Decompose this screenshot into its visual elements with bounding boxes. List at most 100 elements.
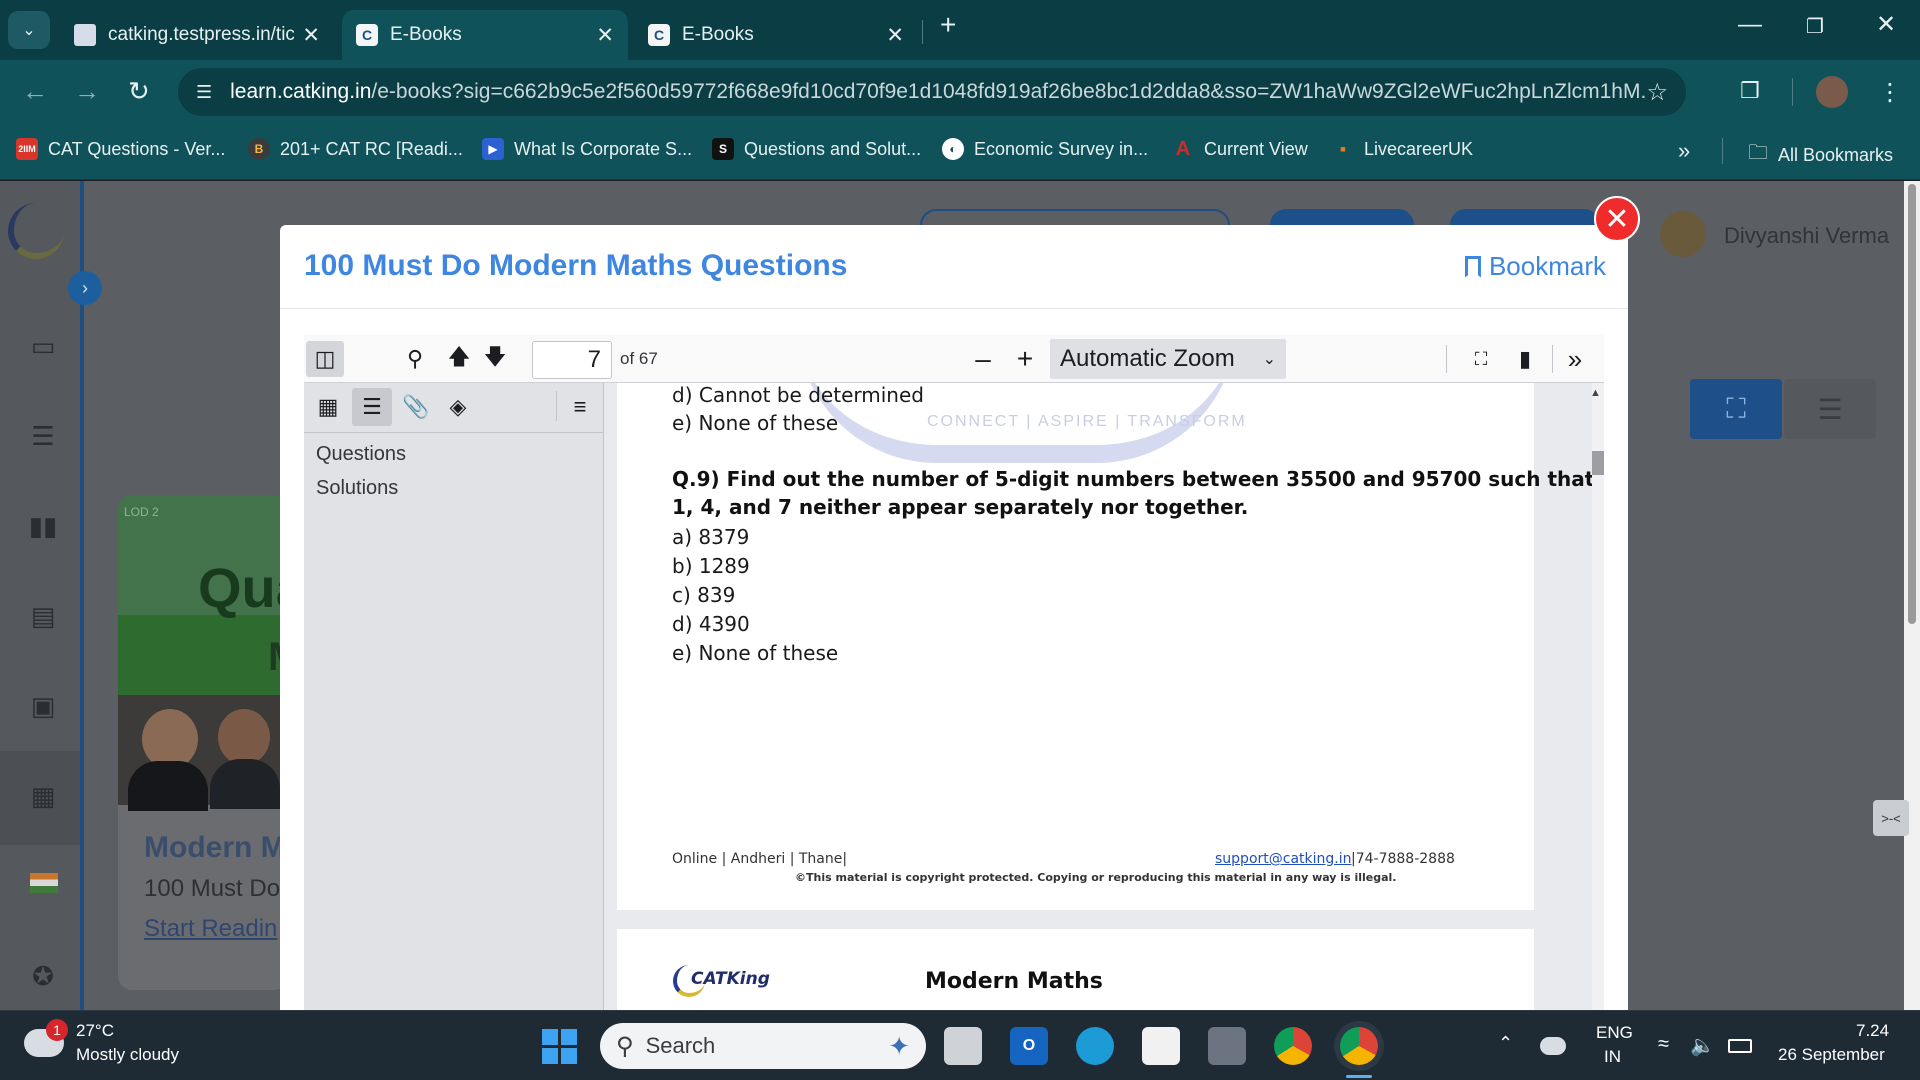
current-outline-item-icon[interactable]: ≡ <box>560 388 600 426</box>
page-icon <box>74 24 96 46</box>
zoom-out-icon[interactable]: – <box>964 341 1002 377</box>
minimize-icon[interactable]: — <box>1738 12 1762 38</box>
bookmark-item[interactable]: S Questions and Solut... <box>712 138 921 160</box>
chrome-icon[interactable] <box>1274 1027 1312 1065</box>
site-settings-icon[interactable]: ☰ <box>196 82 212 103</box>
page-scrollbar-thumb[interactable] <box>1908 184 1916 624</box>
course-card[interactable]: LOD 2 Qua M Modern M 100 Must Do Start R… <box>118 495 288 990</box>
url-text[interactable]: learn.catking.in/e-books?sig=c662b9c5e2f… <box>230 80 1646 104</box>
layers-icon[interactable]: ◈ <box>438 388 478 426</box>
list-icon[interactable]: ☰ <box>26 419 60 453</box>
tab-search-button[interactable]: ⌄ <box>8 11 50 49</box>
forward-icon[interactable]: → <box>74 76 100 106</box>
pdf-canvas-area[interactable]: CONNECT | ASPIRE | TRANSFORM d) Cannot b… <box>605 383 1604 1010</box>
new-tab-button[interactable]: + <box>940 11 956 39</box>
attachments-icon[interactable]: 📎 <box>396 388 436 426</box>
page-number-input[interactable]: 7 <box>532 341 612 379</box>
badge-icon[interactable]: ✪ <box>26 959 60 993</box>
pdf-scrollbar-thumb[interactable] <box>1592 451 1604 475</box>
close-icon[interactable]: ✕ <box>302 23 320 48</box>
taskbar-search[interactable]: ⚲ Search ✦ <box>600 1023 926 1069</box>
bookmark-label: 201+ CAT RC [Readi... <box>280 138 463 159</box>
wifi-icon[interactable]: ≈ <box>1658 1033 1669 1056</box>
bookmark-item[interactable]: ◐ Economic Survey in... <box>942 138 1148 160</box>
expand-sidebar-icon[interactable]: › <box>68 271 102 305</box>
previous-page-icon[interactable]: 🡅 <box>440 341 478 377</box>
start-reading-link[interactable]: Start Readin <box>144 915 277 943</box>
more-menu-icon[interactable]: ⋮ <box>1878 78 1902 107</box>
outlook-icon[interactable]: O <box>1010 1027 1048 1065</box>
address-bar[interactable]: ☰ learn.catking.in/e-books?sig=c662b9c5e… <box>178 68 1686 116</box>
edge-icon[interactable] <box>1076 1027 1114 1065</box>
books-icon[interactable]: ▭ <box>26 329 60 363</box>
option-e: e) None of these <box>672 641 839 665</box>
clock-time[interactable]: 7.24 <box>1856 1021 1889 1041</box>
weather-description[interactable]: Mostly cloudy <box>76 1045 179 1065</box>
sidebar-toggle-icon[interactable]: ◫ <box>306 341 344 377</box>
battery-icon[interactable] <box>1728 1039 1752 1053</box>
pdf-scrollbar[interactable] <box>1592 383 1604 1010</box>
star-icon[interactable]: ☆ <box>1646 78 1668 107</box>
tab-ebooks-active[interactable]: C E-Books ✕ <box>342 10 628 60</box>
list-view-icon[interactable]: ☰ <box>1784 379 1876 439</box>
footer-email-link[interactable]: support@catking.in <box>1215 851 1352 867</box>
start-icon[interactable] <box>540 1027 578 1065</box>
outline-item-solutions[interactable]: Solutions <box>316 477 398 500</box>
outline-item-questions[interactable]: Questions <box>316 443 406 466</box>
calculator-icon[interactable] <box>1208 1027 1246 1065</box>
weather-temperature[interactable]: 27°C <box>76 1021 114 1041</box>
store-icon[interactable] <box>1142 1027 1180 1065</box>
report-icon[interactable]: ▤ <box>26 599 60 633</box>
back-icon[interactable]: ← <box>22 76 48 106</box>
close-modal-button[interactable]: ✕ <box>1594 196 1640 242</box>
presentation-mode-icon[interactable]: ⛶ <box>1462 341 1500 377</box>
side-panel-toggle-icon[interactable]: >-< <box>1873 800 1909 836</box>
language-bottom[interactable]: IN <box>1604 1047 1621 1067</box>
ebook-icon[interactable]: ▦ <box>26 779 60 813</box>
onedrive-icon[interactable] <box>1540 1037 1566 1055</box>
thumbnails-icon[interactable]: ▦ <box>308 388 348 426</box>
extensions-icon[interactable]: ❒ <box>1740 78 1760 104</box>
bookmark-item[interactable]: A Current View <box>1172 138 1308 160</box>
chrome-profile-icon[interactable] <box>1340 1027 1378 1065</box>
bookmark-item[interactable]: B 201+ CAT RC [Readi... <box>248 138 463 160</box>
tools-menu-icon[interactable]: » <box>1556 341 1594 377</box>
bookmark-item[interactable]: ▪ LivecareerUK <box>1332 138 1473 160</box>
chevron-up-icon[interactable]: ⌃ <box>1498 1033 1513 1054</box>
course-subtitle: 100 Must Do <box>144 875 281 902</box>
bookmark-label: LivecareerUK <box>1364 138 1474 159</box>
tab-ebooks[interactable]: C E-Books ✕ <box>634 10 918 60</box>
profile-avatar[interactable] <box>1816 76 1848 108</box>
bookmark-button[interactable]: Bookmark <box>1464 251 1606 282</box>
clock-date[interactable]: 26 September <box>1778 1045 1885 1065</box>
india-flag-icon[interactable] <box>30 873 58 893</box>
bookmark-item[interactable]: ▶ What Is Corporate S... <box>482 138 692 160</box>
course-banner-band <box>118 615 288 695</box>
all-bookmarks-button[interactable]: 🗀 All Bookmarks <box>1748 138 1893 172</box>
language-top[interactable]: ENG <box>1596 1023 1633 1043</box>
windows-taskbar: 1 27°C Mostly cloudy ⚲ Search ✦ O ⌃ ENG … <box>0 1010 1920 1080</box>
columns-icon[interactable]: ▮▮ <box>26 509 60 543</box>
volume-icon[interactable]: 🔈 <box>1690 1033 1715 1058</box>
zoom-in-icon[interactable]: + <box>1006 341 1044 377</box>
next-page-icon[interactable]: 🡇 <box>476 341 514 377</box>
search-icon[interactable]: ⚲ <box>396 341 434 377</box>
sidebar-edge <box>80 181 84 1010</box>
page-bookmark-icon[interactable]: ▮ <box>1506 341 1544 377</box>
monitor-icon[interactable]: ▣ <box>26 689 60 723</box>
reload-icon[interactable]: ↻ <box>128 76 150 106</box>
close-icon[interactable]: ✕ <box>596 23 614 48</box>
close-icon[interactable]: ✕ <box>886 23 904 48</box>
task-view-icon[interactable] <box>944 1027 982 1065</box>
outline-icon[interactable]: ☰ <box>352 388 392 426</box>
footer-phone: |74-7888-2888 <box>1351 851 1455 867</box>
scroll-up-icon[interactable]: ▲ <box>1590 387 1601 399</box>
zoom-select[interactable]: Automatic Zoom ⌄ <box>1050 339 1286 379</box>
bookmark-item[interactable]: 2IIM CAT Questions - Ver... <box>16 138 225 160</box>
user-avatar[interactable] <box>1660 211 1706 257</box>
bookmarks-overflow-button[interactable]: » <box>1678 138 1690 164</box>
fullscreen-view-icon[interactable]: ⛶ <box>1690 379 1782 439</box>
restore-icon[interactable]: ❐ <box>1806 14 1824 40</box>
window-close-icon[interactable]: ✕ <box>1876 12 1896 38</box>
tab-tickets[interactable]: catking.testpress.in/tickets/8049 ✕ <box>60 10 334 60</box>
